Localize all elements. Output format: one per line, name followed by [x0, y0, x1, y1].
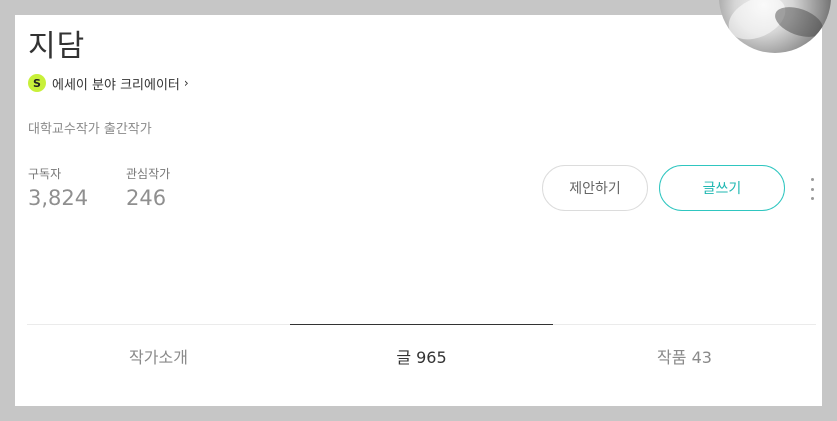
chevron-right-icon: › [183, 76, 189, 90]
author-profile-card: 지담 S 에세이 분야 크리에이터 › 대학교수작가 출간작가 구독자 3,82… [15, 0, 831, 406]
more-options-icon[interactable] [805, 178, 819, 200]
tab-author-intro[interactable]: 작가소개 [27, 325, 290, 387]
more-dot [810, 187, 814, 191]
tab-posts[interactable]: 글 965 [290, 324, 553, 387]
following-count: 246 [126, 186, 167, 210]
creator-field-link[interactable]: S 에세이 분야 크리에이터 › [28, 72, 189, 94]
subscribers-count: 3,824 [28, 186, 89, 210]
tab-works[interactable]: 작품 43 [553, 325, 816, 387]
propose-button[interactable]: 제안하기 [542, 165, 648, 211]
subscribers-label: 구독자 [28, 167, 62, 181]
creator-field-label: 에세이 분야 크리에이터 [52, 77, 180, 93]
author-description: 대학교수작가 출간작가 [28, 122, 152, 137]
write-button[interactable]: 글쓰기 [659, 165, 785, 211]
author-name: 지담 [28, 29, 86, 64]
profile-avatar[interactable] [719, 0, 831, 53]
subscribers-stat[interactable]: 구독자 3,824 [28, 165, 88, 210]
more-dot [810, 197, 814, 200]
creator-badge-icon: S [28, 74, 46, 92]
profile-tabs: 작가소개 글 965 작품 43 [27, 324, 816, 387]
more-dot [810, 178, 814, 181]
following-label: 관심작가 [126, 167, 171, 181]
following-stat[interactable]: 관심작가 246 [126, 165, 170, 210]
